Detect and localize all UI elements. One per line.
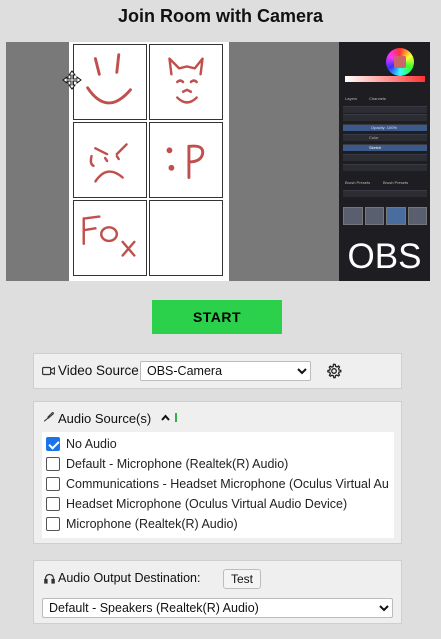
obs-row — [343, 106, 427, 113]
audio-item-headset-mic[interactable]: Headset Microphone (Oculus Virtual Audio… — [46, 494, 347, 514]
video-source-panel: Video Source OBS-Camera — [33, 353, 402, 389]
sketch-cat — [149, 44, 223, 120]
audio-output-panel: Audio Output Destination: Test Default -… — [33, 560, 402, 624]
obs-watermark: OBS — [347, 237, 422, 276]
audio-sources-panel: Audio Source(s) No Audio Default - Micro… — [33, 401, 402, 544]
headphones-icon — [44, 573, 55, 584]
brush-thumb — [386, 207, 406, 225]
microphone-icon — [43, 411, 54, 422]
audio-item-realtek-mic[interactable]: Microphone (Realtek(R) Audio) — [46, 514, 238, 534]
start-button[interactable]: START — [152, 300, 282, 334]
obs-row — [343, 190, 427, 197]
brush-thumb — [364, 207, 384, 225]
audio-item-label: Default - Microphone (Realtek(R) Audio) — [66, 457, 289, 471]
camera-icon — [42, 366, 55, 376]
sketch-smiley — [73, 44, 147, 120]
sketch-fox-text — [73, 200, 147, 276]
audio-item-label: No Audio — [66, 437, 117, 451]
audio-item-no-audio[interactable]: No Audio — [46, 434, 117, 454]
sketch-angry — [73, 122, 147, 198]
audio-output-select[interactable]: Default - Speakers (Realtek(R) Audio) — [42, 598, 393, 618]
obs-brush-presets: Brush Presets — [345, 180, 371, 185]
audio-level-meter — [175, 413, 177, 422]
obs-row — [343, 154, 427, 161]
audio-sources-label: Audio Source(s) — [58, 411, 152, 426]
video-source-label: Video Source — [58, 363, 139, 378]
audio-item-default-mic[interactable]: Default - Microphone (Realtek(R) Audio) — [46, 454, 288, 474]
obs-opacity-label: Opacity: 100% — [371, 125, 398, 130]
gear-icon[interactable] — [326, 363, 342, 379]
checkbox-checked[interactable] — [46, 437, 60, 451]
obs-tab-layers: Layers — [345, 96, 358, 101]
checkbox[interactable] — [46, 457, 60, 471]
video-source-select[interactable]: OBS-Camera — [140, 361, 311, 381]
obs-layer-sketch: Sketch — [369, 145, 382, 150]
audio-output-label: Audio Output Destination: — [58, 571, 201, 585]
move-cursor-icon — [62, 70, 82, 90]
drawing-canvas — [69, 42, 229, 281]
sketch-empty — [149, 200, 223, 276]
obs-brush-tags: Brush Presets — [383, 180, 409, 185]
color-gradient-bar — [345, 76, 425, 82]
checkbox[interactable] — [46, 477, 60, 491]
test-audio-button[interactable]: Test — [223, 569, 262, 589]
obs-layer-color: Color — [369, 135, 379, 140]
audio-item-communications[interactable]: Communications - Headset Microphone (Ocu… — [46, 474, 389, 494]
chevron-up-icon[interactable] — [161, 414, 170, 421]
obs-row — [343, 114, 427, 121]
brush-thumb — [407, 207, 427, 225]
color-wheel-icon — [386, 48, 414, 76]
obs-app-panel: Layers Channels Opacity: 100% Color Sket… — [339, 42, 430, 281]
audio-item-label: Communications - Headset Microphone (Ocu… — [66, 477, 389, 491]
sketch-colon-p — [149, 122, 223, 198]
brush-thumbnails — [343, 207, 427, 225]
obs-row-selected — [343, 144, 427, 151]
checkbox[interactable] — [46, 497, 60, 511]
audio-item-label: Headset Microphone (Oculus Virtual Audio… — [66, 497, 348, 511]
brush-thumb — [343, 207, 363, 225]
camera-preview: Layers Channels Opacity: 100% Color Sket… — [6, 42, 430, 281]
page-title: Join Room with Camera — [117, 6, 324, 26]
obs-row — [343, 164, 427, 171]
obs-row — [343, 134, 427, 141]
audio-item-label: Microphone (Realtek(R) Audio) — [66, 517, 238, 531]
checkbox[interactable] — [46, 517, 60, 531]
audio-source-list: No Audio Default - Microphone (Realtek(R… — [42, 432, 394, 538]
obs-tab-channels: Channels — [369, 96, 386, 101]
